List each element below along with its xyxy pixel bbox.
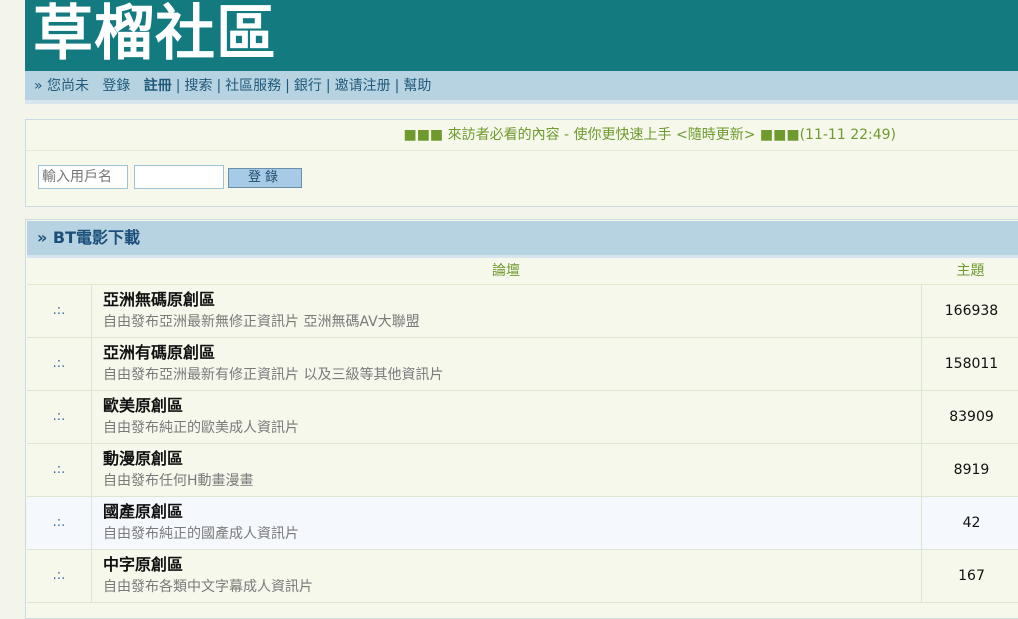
forum-description: 自由發布純正的國產成人資訊片 <box>103 526 299 542</box>
forum-topic-count: 158011 <box>921 338 1018 390</box>
nav-separator: | <box>325 78 331 94</box>
forum-status-icon: .:. <box>27 391 92 443</box>
nav-prefix: » 您尚未 <box>34 78 90 94</box>
forum-description: 自由發布純正的歐美成人資訊片 <box>103 420 299 436</box>
forum-status-icon: .:. <box>27 497 92 549</box>
forum-name-link[interactable]: 歐美原創區 <box>103 396 903 416</box>
nav-services-link[interactable]: 社區服務 <box>225 78 281 94</box>
forum-topic-count: 83909 <box>921 391 1018 443</box>
forum-name-link[interactable]: 亞洲有碼原創區 <box>103 343 903 363</box>
forum-name-link[interactable]: 亞洲無碼原創區 <box>103 290 903 310</box>
nav-search-link[interactable]: 搜索 <box>184 78 212 94</box>
forum-row: .:. 歐美原創區 自由發布純正的歐美成人資訊片 83909 <box>27 391 1018 444</box>
nav-login-link[interactable]: 登錄 <box>102 78 130 94</box>
notice-link[interactable]: ■■■ 來訪者必看的內容 - 使你更快速上手 <隨時更新> ■■■(11-11 … <box>26 120 1018 151</box>
forum-status-icon: .:. <box>27 338 92 390</box>
site-logo[interactable]: 草榴社區 <box>33 0 277 72</box>
nav-separator: | <box>216 78 222 94</box>
section-title[interactable]: » BT電影下載 <box>27 221 1018 258</box>
top-navbar: » 您尚未 登錄 註冊 | 搜索 | 社區服務 | 銀行 | 邀请注册 | 幫助 <box>25 71 1018 104</box>
forum-topic-count: 8919 <box>921 444 1018 496</box>
forum-row: .:. 國產原創區 自由發布純正的國產成人資訊片 42 <box>27 497 1018 550</box>
forum-status-icon: .:. <box>27 444 92 496</box>
nav-separator: | <box>285 78 290 94</box>
nav-bank-link[interactable]: 銀行 <box>294 78 322 94</box>
forum-description: 自由發布亞洲最新無修正資訊片 亞洲無碼AV大聯盟 <box>103 314 420 330</box>
forum-name-link[interactable]: 動漫原創區 <box>103 449 903 469</box>
nav-invite-link[interactable]: 邀请注册 <box>335 78 391 94</box>
forum-name-link[interactable]: 國產原創區 <box>103 502 903 522</box>
forum-topic-count: 166938 <box>921 285 1018 337</box>
password-input[interactable] <box>134 165 224 189</box>
nav-register-link[interactable]: 註冊 <box>144 78 172 94</box>
forum-description: 自由發布任何H動畫漫畫 <box>103 473 254 489</box>
forum-description: 自由發布亞洲最新有修正資訊片 以及三級等其他資訊片 <box>103 367 444 383</box>
nav-separator: | <box>394 78 400 94</box>
forum-section: » BT電影下載 論壇 主題 .:. 亞洲無碼原創區 自由發布亞洲最新無修正資訊… <box>25 219 1018 619</box>
forum-status-icon: .:. <box>27 285 92 337</box>
column-forum-label: 論壇 <box>492 263 520 279</box>
nav-help-link[interactable]: 幫助 <box>403 78 431 94</box>
forum-topic-count: 167 <box>921 550 1018 602</box>
forum-list: .:. 亞洲無碼原創區 自由發布亞洲最新無修正資訊片 亞洲無碼AV大聯盟 166… <box>27 285 1018 603</box>
forum-name-link[interactable]: 中字原創區 <box>103 555 903 575</box>
username-input[interactable] <box>38 165 128 189</box>
column-header: 論壇 主題 <box>27 258 1018 285</box>
forum-description: 自由發布各類中文字幕成人資訊片 <box>103 579 313 595</box>
forum-status-icon: .:. <box>27 550 92 602</box>
forum-row: .:. 動漫原創區 自由發布任何H動畫漫畫 8919 <box>27 444 1018 497</box>
forum-row: .:. 中字原創區 自由發布各類中文字幕成人資訊片 167 <box>27 550 1018 603</box>
page: 草榴社區 » 您尚未 登錄 註冊 | 搜索 | 社區服務 | 銀行 | 邀请注册 | 幫助 ■■■ … <box>25 0 1018 619</box>
header-banner: 草榴社區 <box>25 0 1018 71</box>
forum-topic-count: 42 <box>921 497 1018 549</box>
forum-row: .:. 亞洲無碼原創區 自由發布亞洲最新無修正資訊片 亞洲無碼AV大聯盟 166… <box>27 285 1018 338</box>
column-topics-label: 主題 <box>956 263 985 279</box>
forum-row: .:. 亞洲有碼原創區 自由發布亞洲最新有修正資訊片 以及三級等其他資訊片 15… <box>27 338 1018 391</box>
login-button[interactable]: 登錄 <box>228 168 302 188</box>
notice-panel: ■■■ 來訪者必看的內容 - 使你更快速上手 <隨時更新> ■■■(11-11 … <box>25 119 1018 207</box>
nav-separator: | <box>175 78 181 94</box>
